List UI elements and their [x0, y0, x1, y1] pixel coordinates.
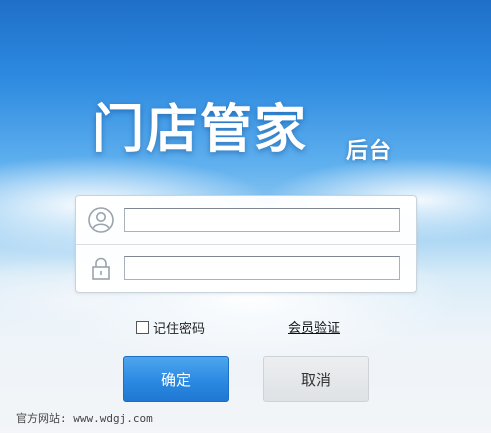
member-verify-link[interactable]: 会员验证 — [288, 317, 340, 336]
username-row — [76, 196, 416, 245]
username-input[interactable] — [124, 208, 400, 232]
login-form — [75, 195, 417, 293]
ok-button[interactable]: 确定 — [123, 356, 229, 402]
app-title: 门店管家 — [92, 100, 309, 160]
password-row — [76, 244, 416, 292]
remember-password-checkbox[interactable] — [136, 321, 149, 334]
app-subtitle: 后台 — [346, 139, 393, 164]
official-website-text: 官方网站: www.wdgj.com — [16, 412, 153, 425]
user-avatar-icon — [88, 207, 114, 233]
password-input[interactable] — [124, 256, 400, 280]
remember-password[interactable]: 记住密码 — [136, 318, 205, 337]
cancel-button[interactable]: 取消 — [263, 356, 369, 402]
login-window: 门店管家 后台 记住密码 会员验证 确定 取消 官方网站: www.wdgj.c… — [0, 0, 491, 433]
lock-icon — [88, 255, 114, 281]
remember-password-label: 记住密码 — [153, 322, 206, 337]
